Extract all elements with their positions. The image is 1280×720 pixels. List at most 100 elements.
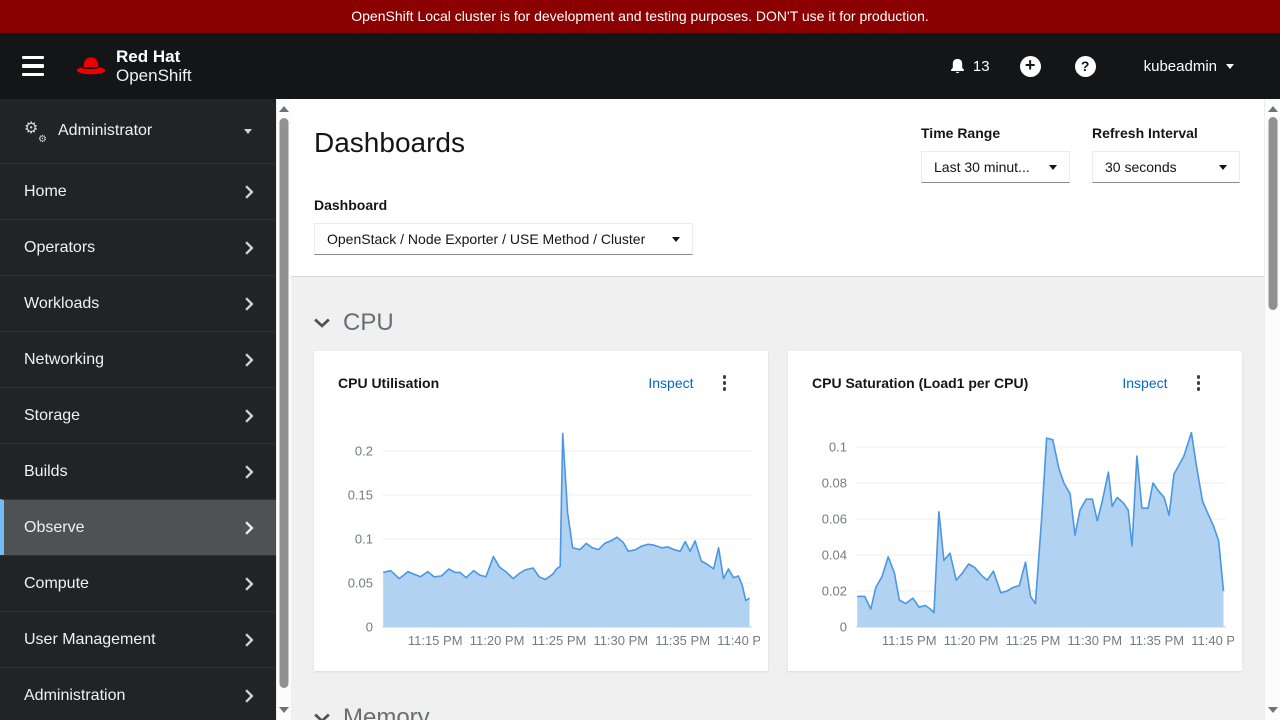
refresh-interval-label: Refresh Interval — [1092, 125, 1240, 141]
hamburger-menu-icon[interactable] — [22, 51, 56, 81]
chevron-right-icon — [244, 409, 254, 423]
svg-text:11:15 PM: 11:15 PM — [882, 633, 937, 648]
section-toggle-memory[interactable]: Memory — [314, 671, 1264, 720]
chevron-right-icon — [244, 521, 254, 535]
user-menu[interactable]: kubeadmin — [1144, 58, 1234, 75]
svg-text:0.05: 0.05 — [348, 575, 373, 590]
page-title: Dashboards — [314, 127, 465, 159]
perspective-switcher[interactable]: ⚙⚙ Administrator — [0, 99, 276, 163]
sidebar-item-user-management[interactable]: User Management — [0, 611, 276, 667]
svg-text:0: 0 — [366, 619, 373, 634]
cogs-icon: ⚙⚙ — [24, 121, 48, 141]
sidebar-scrollbar-thumb[interactable] — [280, 118, 289, 688]
user-name: kubeadmin — [1144, 58, 1217, 75]
sidebar-item-networking[interactable]: Networking — [0, 331, 276, 387]
sidebar-scrollbar[interactable] — [276, 99, 291, 720]
page-header: Dashboards Time Range Last 30 minut... R… — [291, 99, 1264, 276]
card-title: CPU Saturation (Load1 per CPU) — [812, 375, 1028, 391]
svg-text:0.04: 0.04 — [822, 547, 847, 562]
cpu-utilisation-card: CPU Utilisation Inspect 0 0.05 0.1 0.15 0.2 1… — [314, 351, 768, 671]
svg-text:0.2: 0.2 — [355, 443, 373, 458]
dashboard-select[interactable]: OpenStack / Node Exporter / USE Method /… — [314, 223, 693, 255]
card-title: CPU Utilisation — [338, 375, 439, 391]
cpu-utilisation-chart[interactable]: 00.050.10.150.211:15 PM11:20 PM11:25 PM1… — [320, 417, 760, 657]
svg-text:11:15 PM: 11:15 PM — [408, 633, 463, 648]
main-scrollbar-thumb[interactable] — [1268, 117, 1277, 310]
main-content: Dashboards Time Range Last 30 minut... R… — [291, 99, 1264, 720]
main-scrollbar[interactable] — [1264, 99, 1280, 720]
refresh-interval-control: Refresh Interval 30 seconds — [1092, 125, 1240, 183]
svg-text:11:25 PM: 11:25 PM — [1006, 633, 1061, 648]
sidebar-item-home[interactable]: Home — [0, 163, 276, 219]
sidebar-item-observe[interactable]: Observe — [0, 499, 276, 555]
inspect-link[interactable]: Inspect — [648, 375, 693, 391]
caret-down-icon — [1049, 165, 1057, 170]
chevron-right-icon — [244, 353, 254, 367]
dashboard-label: Dashboard — [314, 197, 693, 213]
notifications-button[interactable]: 13 — [949, 57, 990, 75]
svg-text:11:35 PM: 11:35 PM — [1129, 633, 1184, 648]
svg-text:11:20 PM: 11:20 PM — [470, 633, 525, 648]
brand-line1: Red Hat — [116, 47, 192, 66]
sidebar-item-workloads[interactable]: Workloads — [0, 275, 276, 331]
brand-line2: OpenShift — [116, 66, 192, 85]
perspective-label: Administrator — [58, 122, 152, 140]
plus-circle-icon: + — [1020, 56, 1041, 77]
svg-text:0.1: 0.1 — [355, 531, 373, 546]
sidebar-item-operators[interactable]: Operators — [0, 219, 276, 275]
banner-text: OpenShift Local cluster is for developme… — [351, 8, 929, 24]
refresh-interval-select[interactable]: 30 seconds — [1092, 151, 1240, 183]
cpu-saturation-card: CPU Saturation (Load1 per CPU) Inspect 0… — [788, 351, 1242, 671]
scroll-down-arrow-icon[interactable] — [1268, 707, 1278, 713]
add-button[interactable]: + — [1020, 56, 1041, 77]
caret-down-icon — [1226, 64, 1234, 69]
redhat-fedora-icon — [74, 54, 108, 79]
chevron-right-icon — [244, 465, 254, 479]
kebab-menu-icon[interactable] — [1195, 373, 1203, 393]
svg-text:11:35 PM: 11:35 PM — [655, 633, 710, 648]
section-toggle-cpu[interactable]: CPU — [314, 277, 1264, 337]
caret-down-icon — [1219, 165, 1227, 170]
chevron-right-icon — [244, 577, 254, 591]
svg-text:0: 0 — [840, 619, 847, 634]
sidebar-item-storage[interactable]: Storage — [0, 387, 276, 443]
scroll-up-arrow-icon[interactable] — [279, 106, 289, 112]
scroll-down-arrow-icon[interactable] — [279, 707, 289, 713]
notification-count: 13 — [973, 58, 990, 75]
chevron-down-icon — [314, 713, 330, 720]
svg-text:0.1: 0.1 — [829, 439, 847, 454]
chevron-right-icon — [244, 241, 254, 255]
redhat-openshift-logo: Red Hat OpenShift — [74, 47, 192, 85]
dashboard-body: CPU CPU Utilisation Inspect 0 0.05 0.1 0.15… — [291, 276, 1264, 720]
scroll-up-arrow-icon[interactable] — [1268, 106, 1278, 112]
time-range-label: Time Range — [921, 125, 1070, 141]
inspect-link[interactable]: Inspect — [1122, 375, 1167, 391]
section-title-cpu: CPU — [343, 309, 394, 337]
svg-text:11:30 PM: 11:30 PM — [593, 633, 648, 648]
svg-text:11:40 PM: 11:40 PM — [717, 633, 760, 648]
svg-text:0.08: 0.08 — [822, 475, 847, 490]
chevron-down-icon — [314, 318, 330, 328]
svg-text:11:20 PM: 11:20 PM — [944, 633, 999, 648]
bell-icon — [949, 57, 966, 75]
sidebar-item-compute[interactable]: Compute — [0, 555, 276, 611]
svg-text:0.15: 0.15 — [348, 487, 373, 502]
section-title-memory: Memory — [343, 704, 430, 720]
dashboard-control: Dashboard OpenStack / Node Exporter / US… — [314, 197, 693, 255]
cpu-saturation-chart[interactable]: 00.020.040.060.080.111:15 PM11:20 PM11:2… — [794, 417, 1234, 657]
kebab-menu-icon[interactable] — [721, 373, 729, 393]
sidebar-item-administration[interactable]: Administration — [0, 667, 276, 720]
sidebar-nav: ⚙⚙ Administrator Home Operators Workload… — [0, 99, 276, 720]
sidebar-item-builds[interactable]: Builds — [0, 443, 276, 499]
cpu-cards-row: CPU Utilisation Inspect 0 0.05 0.1 0.15 0.2 1… — [314, 351, 1264, 671]
caret-down-icon — [244, 129, 252, 134]
svg-text:0.06: 0.06 — [822, 511, 847, 526]
time-range-select[interactable]: Last 30 minut... — [921, 151, 1070, 183]
caret-down-icon — [672, 237, 680, 242]
svg-text:11:30 PM: 11:30 PM — [1067, 633, 1122, 648]
chevron-right-icon — [244, 633, 254, 647]
cluster-warning-banner: OpenShift Local cluster is for developme… — [0, 0, 1280, 33]
help-button[interactable]: ? — [1075, 56, 1096, 77]
time-range-control: Time Range Last 30 minut... — [921, 125, 1070, 183]
masthead: Red Hat OpenShift 13 + ? kubeadmin — [0, 33, 1280, 99]
